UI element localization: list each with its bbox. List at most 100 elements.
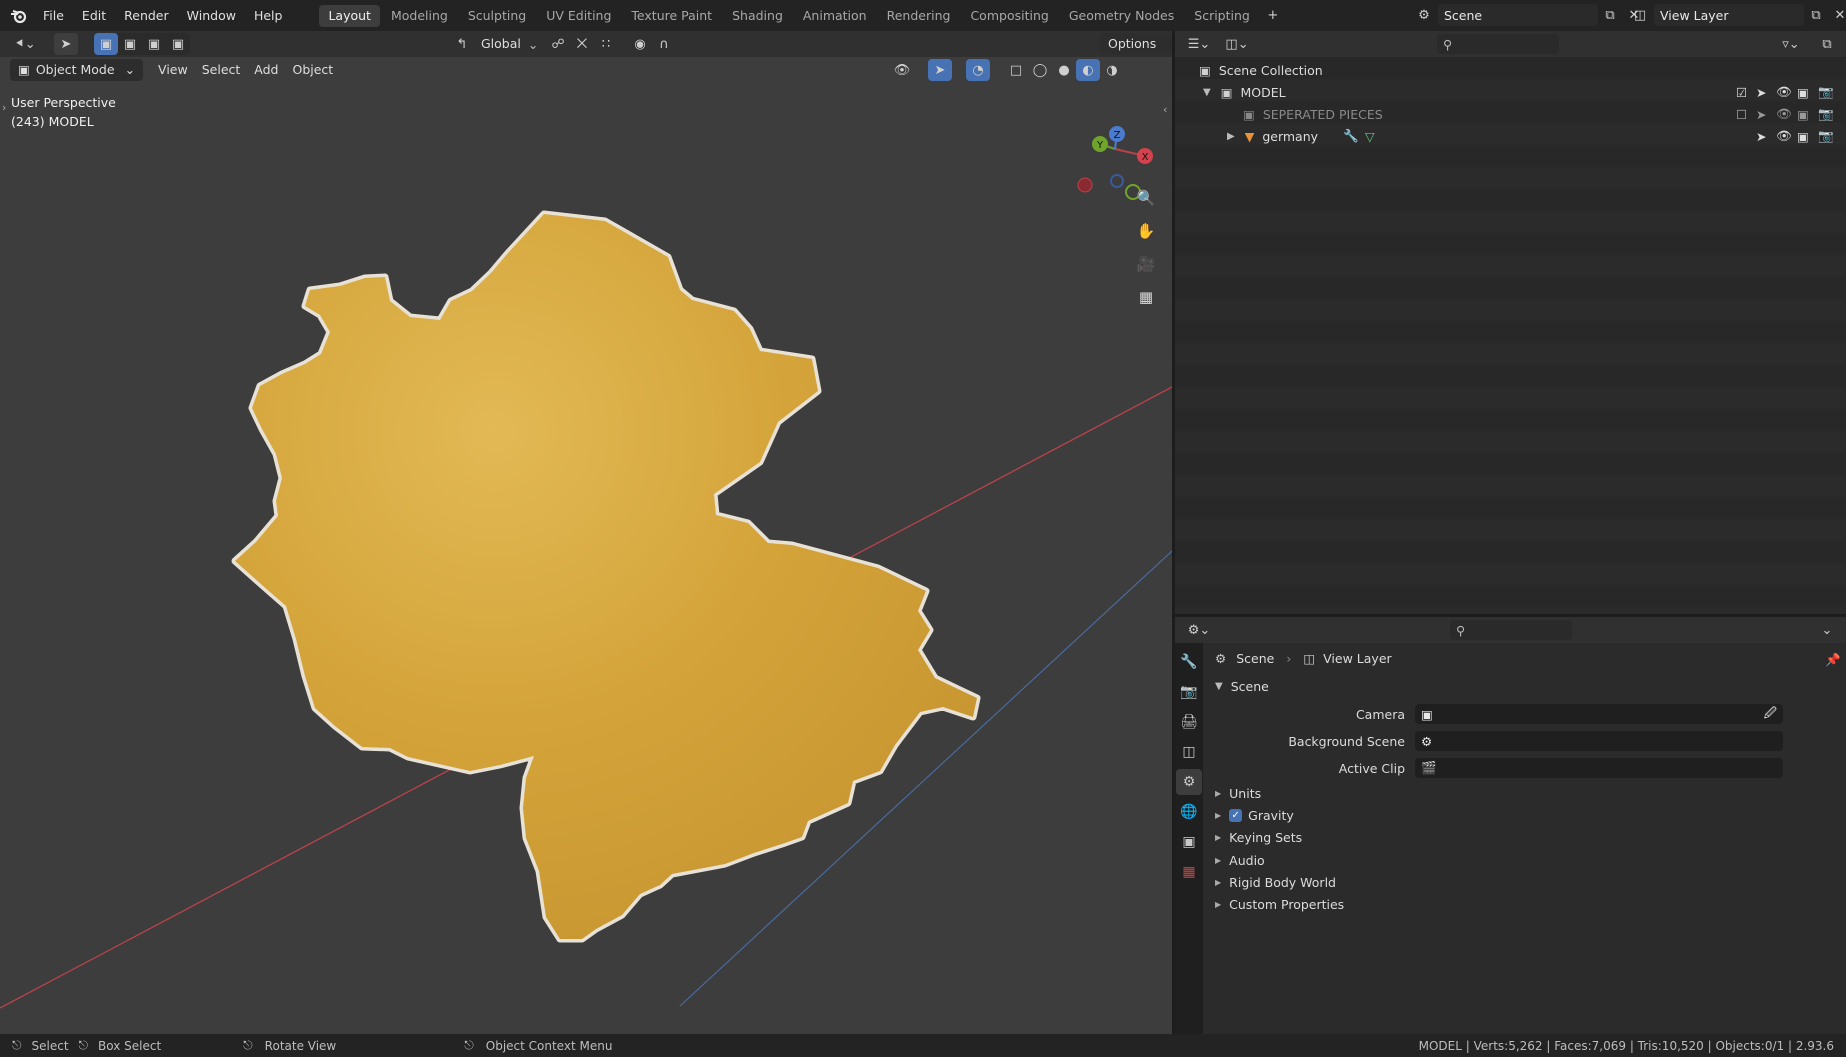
active-clip-field[interactable]: 🎬 xyxy=(1415,758,1783,778)
tool-tab-icon[interactable]: 🔧 xyxy=(1176,649,1202,675)
select-new-icon[interactable]: ▣ xyxy=(94,33,118,55)
filter-icon[interactable]: ▿⌄ xyxy=(1774,33,1808,55)
tab-scripting[interactable]: Scripting xyxy=(1185,5,1259,27)
outliner-row-model[interactable]: ▼ ▣ MODEL ☑ ➤ 👁 ▣ 📷 xyxy=(1175,81,1846,103)
proportional-edit-icon[interactable]: ◉ xyxy=(628,33,652,55)
world-tab-icon[interactable]: 🌐 xyxy=(1176,799,1202,825)
mode-selector[interactable]: ▣ Object Mode ⌄ xyxy=(10,59,144,81)
viewport-menu-add[interactable]: Add xyxy=(247,59,285,81)
tab-rendering[interactable]: Rendering xyxy=(878,5,960,27)
viewport-menu-select[interactable]: Select xyxy=(195,59,248,81)
tab-modeling[interactable]: Modeling xyxy=(382,5,457,27)
new-scene-icon[interactable]: ⧉ xyxy=(1598,4,1622,26)
outliner-row-germany[interactable]: ▶ ▼ germany 🔧 ▽ ➤ 👁 ▣ 📷 xyxy=(1175,125,1846,147)
outliner-row-seperated-pieces[interactable]: ▣ SEPERATED PIECES ☐ ➤ 👁 ▣ 📷 xyxy=(1175,103,1846,125)
toolbar-toggle-icon[interactable]: › xyxy=(2,101,6,114)
view-layer-field[interactable]: View Layer xyxy=(1654,4,1804,26)
subpanel-rigid-body-world[interactable]: ▶ Rigid Body World xyxy=(1215,875,1336,890)
tab-geometry-nodes[interactable]: Geometry Nodes xyxy=(1060,5,1183,27)
snap-grid-icon[interactable]: ∷ xyxy=(594,33,618,55)
3d-viewport[interactable]: ⯇⌄ ➤ ▣ ▣ ▣ ▣ ↰ Global ⌄ ☍ ⨉ ∷ ◉ ∩ Option… xyxy=(0,31,1172,1034)
mesh-data-icon[interactable]: ▽ xyxy=(1365,129,1375,144)
solid-shading-icon[interactable]: ● xyxy=(1052,59,1076,81)
snap-magnet-icon[interactable]: ⨉ xyxy=(570,33,594,55)
selectable-icon[interactable]: ➤ xyxy=(1756,129,1766,144)
new-collection-icon[interactable]: ⧉ xyxy=(1815,33,1839,55)
delete-view-layer-icon[interactable]: ✕ xyxy=(1828,4,1846,26)
viewport-menu-view[interactable]: View xyxy=(151,59,195,81)
xray-icon[interactable]: □ xyxy=(1004,59,1028,81)
rendered-shading-icon[interactable]: ◑ xyxy=(1100,59,1124,81)
tab-texture-paint[interactable]: Texture Paint xyxy=(622,5,721,27)
eye-icon[interactable]: 👁 xyxy=(1776,106,1792,122)
monitor-icon[interactable]: ▣ xyxy=(1797,85,1809,100)
output-tab-icon[interactable]: 🖨 xyxy=(1176,709,1202,735)
camera-view-icon[interactable]: 🎥 xyxy=(1131,249,1161,279)
overlay-toggle-icon[interactable]: ◔ xyxy=(966,59,990,81)
blender-logo-icon[interactable] xyxy=(4,5,34,27)
render-tab-icon[interactable]: 📷 xyxy=(1176,679,1202,705)
pin-icon[interactable]: 📌 xyxy=(1825,652,1841,668)
pan-hand-icon[interactable]: ✋ xyxy=(1131,216,1161,246)
transform-orientation[interactable]: ↰ Global ⌄ xyxy=(450,33,539,55)
viewport-menu-object[interactable]: Object xyxy=(285,59,340,81)
editor-type-icon[interactable]: ⯇⌄ xyxy=(8,33,42,55)
outliner-search-input[interactable]: ⚲ xyxy=(1437,34,1559,54)
tab-compositing[interactable]: Compositing xyxy=(961,5,1057,27)
tab-sculpting[interactable]: Sculpting xyxy=(459,5,535,27)
falloff-curve-icon[interactable]: ∩ xyxy=(652,33,676,55)
render-camera-icon[interactable]: 📷 xyxy=(1818,84,1834,100)
options-button[interactable]: Options ⌄ xyxy=(1100,33,1172,73)
camera-field[interactable]: ▣ 🖉 xyxy=(1415,704,1783,724)
select-extend-icon[interactable]: ▣ xyxy=(118,33,142,55)
ortho-grid-icon[interactable]: ▦ xyxy=(1131,282,1161,312)
properties-search-input[interactable]: ⚲ xyxy=(1450,620,1572,640)
menu-edit[interactable]: Edit xyxy=(73,0,115,31)
view-layer-tab-icon[interactable]: ◫ xyxy=(1176,739,1202,765)
tab-layout[interactable]: Layout xyxy=(319,4,380,27)
view-layer-icon[interactable]: ◫ xyxy=(1628,4,1652,26)
subpanel-audio[interactable]: ▶ Audio xyxy=(1215,853,1265,868)
scene-panel-header[interactable]: ▼ Scene xyxy=(1215,679,1269,694)
menu-help[interactable]: Help xyxy=(245,0,292,31)
menu-render[interactable]: Render xyxy=(115,0,178,31)
expand-arrow-icon[interactable]: ▶ xyxy=(1227,131,1235,142)
subpanel-gravity[interactable]: ▶ ✓ Gravity xyxy=(1215,808,1294,823)
monitor-icon[interactable]: ▣ xyxy=(1797,107,1809,122)
scene-tab-icon[interactable]: ⚙ xyxy=(1176,769,1202,795)
menu-file[interactable]: File xyxy=(34,0,73,31)
selectable-icon[interactable]: ➤ xyxy=(1756,107,1766,122)
sidebar-toggle-icon[interactable]: ‹ xyxy=(1163,103,1167,116)
collection-tab-icon[interactable]: ▣ xyxy=(1176,829,1202,855)
scene-collection-row[interactable]: ▣ Scene Collection xyxy=(1175,59,1846,81)
scene-icon[interactable]: ⚙ xyxy=(1412,4,1436,26)
tab-shading[interactable]: Shading xyxy=(723,5,792,27)
display-mode-icon[interactable]: ◫⌄ xyxy=(1221,33,1253,55)
eyedropper-icon[interactable]: 🖉 xyxy=(1764,704,1777,725)
add-workspace-icon[interactable]: + xyxy=(1261,5,1285,27)
exclude-checkbox[interactable]: ☑ xyxy=(1736,85,1747,100)
exclude-checkbox[interactable]: ☐ xyxy=(1736,107,1747,122)
menu-window[interactable]: Window xyxy=(178,0,245,31)
gravity-checkbox[interactable]: ✓ xyxy=(1229,809,1243,823)
subpanel-custom-properties[interactable]: ▶ Custom Properties xyxy=(1215,897,1344,912)
background-scene-field[interactable]: ⚙ xyxy=(1415,731,1783,751)
expand-arrow-icon[interactable]: ▼ xyxy=(1203,87,1211,98)
select-subtract-icon[interactable]: ▣ xyxy=(142,33,166,55)
render-camera-icon[interactable]: 📷 xyxy=(1818,106,1834,122)
zoom-icon[interactable]: 🔍 xyxy=(1131,183,1161,213)
select-tool-icon[interactable]: ➤ xyxy=(54,33,78,55)
pivot-icon[interactable]: ☍ xyxy=(546,33,570,55)
tab-animation[interactable]: Animation xyxy=(794,5,876,27)
subpanel-units[interactable]: ▶ Units xyxy=(1215,786,1261,801)
scene-field[interactable]: Scene xyxy=(1438,4,1598,26)
new-view-layer-icon[interactable]: ⧉ xyxy=(1804,4,1828,26)
modifier-wrench-icon[interactable]: 🔧 xyxy=(1343,128,1359,144)
selectable-icon[interactable]: ➤ xyxy=(1756,85,1766,100)
properties-editor-type-icon[interactable]: ⚙⌄ xyxy=(1183,619,1215,641)
render-camera-icon[interactable]: 📷 xyxy=(1818,128,1834,144)
viewport-canvas[interactable] xyxy=(0,31,1172,1034)
monitor-icon[interactable]: ▣ xyxy=(1797,129,1809,144)
eye-icon[interactable]: 👁 xyxy=(1776,128,1792,144)
eye-icon[interactable]: 👁 xyxy=(1776,84,1792,100)
